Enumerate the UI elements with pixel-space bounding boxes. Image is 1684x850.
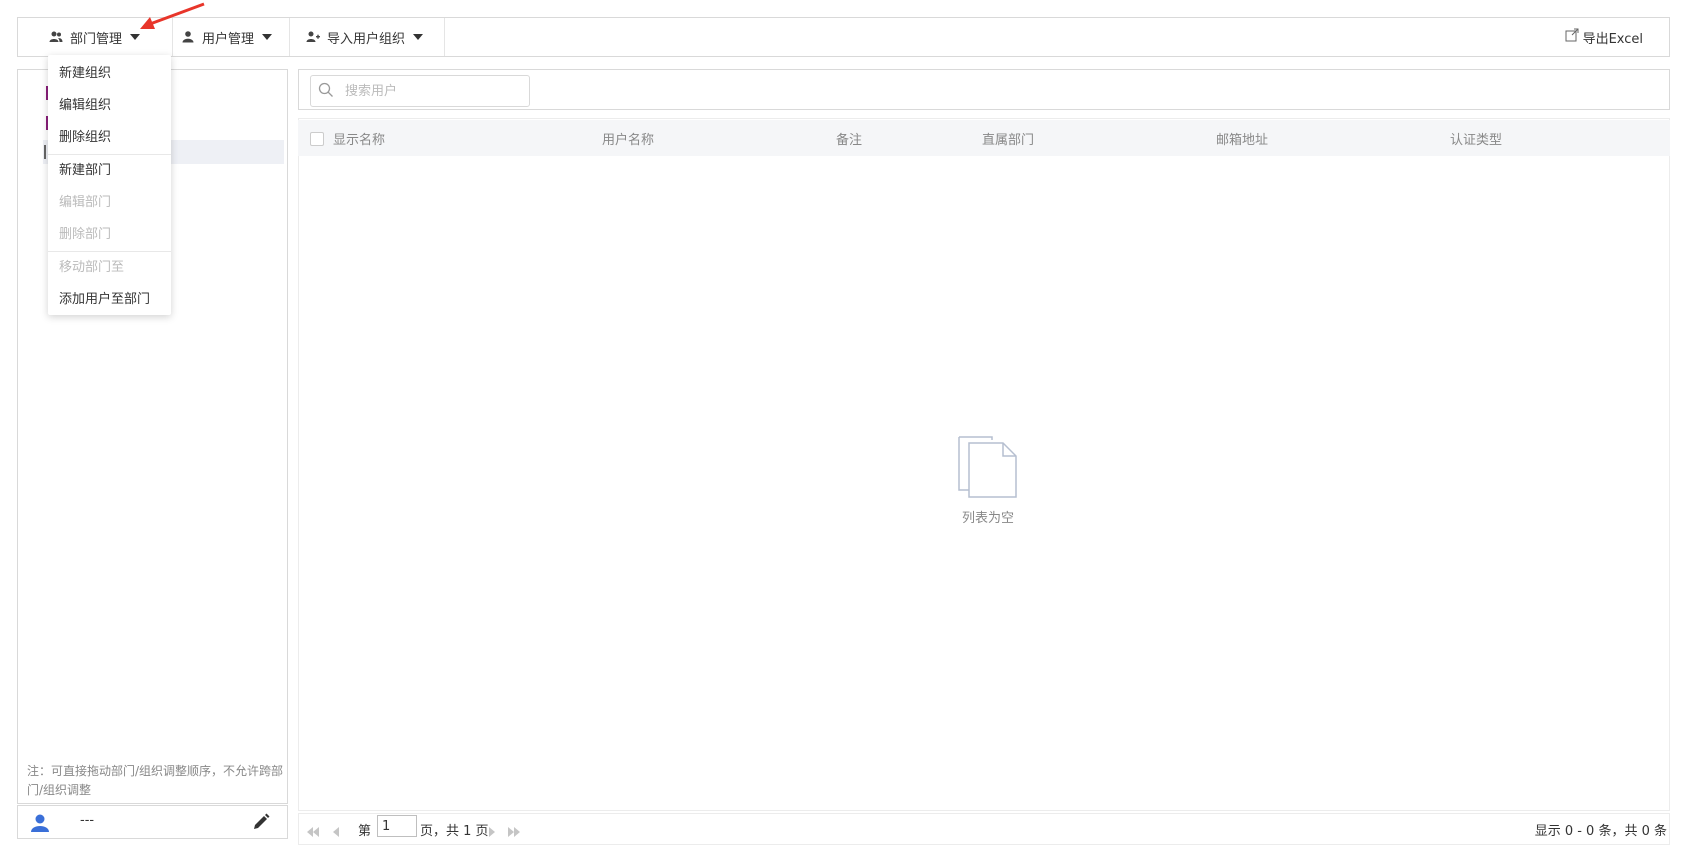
annotation-arrow-icon	[140, 2, 205, 29]
prev-page-icon[interactable]	[329, 826, 343, 838]
export-excel-label: 导出Excel	[1582, 31, 1643, 47]
chevron-down-icon	[262, 34, 273, 40]
page-number-input[interactable]	[377, 815, 417, 837]
empty-list-text: 列表为空	[961, 511, 1014, 526]
column-header-email[interactable]: 邮箱地址	[1216, 129, 1268, 148]
page-label-suffix: 页，共 1 页	[420, 824, 489, 839]
menu-item-add-user-to-dept[interactable]: 添加用户至部门	[48, 284, 171, 316]
menu-item-new-org[interactable]: 新建组织	[48, 58, 171, 90]
user-avatar-icon	[30, 813, 50, 837]
page-label-prefix: 第	[358, 824, 372, 839]
menu-item-move-dept: 移动部门至	[59, 260, 125, 275]
toolbar: 部门管理 用户管理 导入用户组织 导出Excel	[17, 17, 1670, 57]
menu-item-delete-org[interactable]: 删除组织	[48, 122, 171, 154]
dept-mgmt-label: 部门管理	[70, 31, 123, 47]
column-header-username[interactable]: 用户名称	[602, 129, 654, 148]
import-org-button[interactable]: 导入用户组织	[289, 18, 445, 56]
import-org-label: 导入用户组织	[327, 31, 406, 47]
column-header-display-name[interactable]: 显示名称	[333, 129, 385, 148]
empty-list-icon	[958, 436, 1017, 498]
column-header-auth-type[interactable]: 认证类型	[1450, 129, 1502, 148]
select-all-checkbox[interactable]	[310, 132, 324, 146]
menu-item-edit-org[interactable]: 编辑组织	[48, 90, 171, 122]
column-header-department[interactable]: 直属部门	[982, 129, 1034, 148]
user-mgmt-label: 用户管理	[202, 31, 255, 47]
chevron-down-icon	[413, 34, 424, 40]
user-name: ---	[80, 813, 95, 828]
menu-item-edit-dept: 编辑部门	[59, 195, 112, 210]
users-icon	[48, 29, 64, 45]
menu-item-new-dept[interactable]: 新建部门	[48, 155, 171, 187]
first-page-icon[interactable]	[306, 826, 320, 838]
user-add-icon	[305, 29, 321, 45]
menu-item-delete-dept: 删除部门	[59, 227, 112, 242]
export-icon	[1565, 28, 1579, 46]
tree-note: 注：可直接拖动部门/组织调整顺序，不允许跨部门/组织调整	[27, 764, 284, 797]
search-input[interactable]	[310, 75, 530, 107]
column-header-remark[interactable]: 备注	[836, 129, 862, 148]
last-page-icon[interactable]	[507, 826, 521, 838]
current-user-bar: ---	[17, 805, 288, 839]
chevron-down-icon	[130, 34, 141, 40]
edit-pencil-icon[interactable]	[252, 813, 270, 835]
dept-mgmt-dropdown-menu: 新建组织 编辑组织 删除组织 新建部门 编辑部门 删除部门 移动部门至 添加用户…	[48, 55, 171, 315]
record-count-info: 显示 0 - 0 条，共 0 条	[1534, 824, 1667, 839]
export-excel-button[interactable]: 导出Excel	[1565, 18, 1643, 56]
search-icon	[318, 82, 333, 97]
pagination-bar	[298, 813, 1670, 845]
tree-node-marker	[44, 145, 46, 159]
